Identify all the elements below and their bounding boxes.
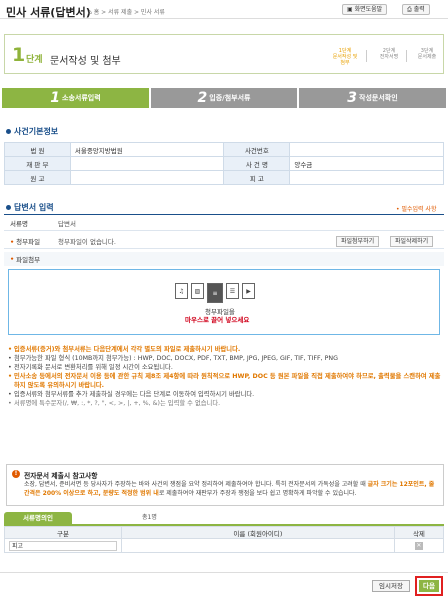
note-item: 민사소송 등에서의 전자문서 이용 등에 관한 규칙 제8조 제4항에 따라 원… <box>8 372 444 390</box>
attach-label: • 청부파일 <box>10 237 41 246</box>
help-icon: ▣ <box>347 6 353 13</box>
party-count: 총1명 <box>142 514 157 521</box>
drop-zone-hint: 마우스로 끌어 넣으세요 <box>185 316 250 324</box>
required-marker: • <box>10 255 15 263</box>
screen-help-button[interactable]: ▣ 화면도움말 <box>342 4 388 15</box>
tab-document-input[interactable]: 1 소송서류입력 <box>2 88 149 108</box>
note-item: 입증서류와 첨부서류를 추가 제출하실 경우에는 다음 단계로 이동하여 입력하… <box>8 390 444 399</box>
header-divider <box>0 18 448 19</box>
table-row: 피고 ✕ <box>4 538 445 553</box>
caution-body: 소장, 답변서, 준비서면 등 당사자가 주장하는 바와 사건의 쟁점을 요약 … <box>24 481 435 497</box>
step-subtitle: 문서작성 및 첨부 <box>50 56 121 67</box>
case-info-table: 법 원 서울중앙지방법원 사건번호 재 판 부 사 건 명 양수금 원 고 피 … <box>4 142 444 185</box>
mini-step-1: 1단계 문서작성 및 첨부 <box>332 48 358 66</box>
note-item: 서류명에 특수문자(/, ₩, :, *, ?, ", <, >, |, +, … <box>8 399 444 408</box>
case-name-label: 사 건 명 <box>223 156 291 171</box>
case-no-label: 사건번호 <box>223 142 291 157</box>
document-file-icon: ≡ <box>207 283 223 303</box>
next-button[interactable]: 다음 <box>415 576 443 596</box>
doc-name-label: 서류명 <box>10 219 28 228</box>
section-bullet-icon <box>6 129 11 134</box>
music-file-icon: ♫ <box>175 283 188 299</box>
section-bullet-icon <box>6 205 11 210</box>
footer-divider <box>0 572 448 573</box>
kind-input[interactable]: 피고 <box>9 540 117 551</box>
video-file-icon: ▶ <box>242 283 255 299</box>
caution-title: 전자문서 제출시 참고사항 <box>24 472 98 480</box>
required-note: • 필수입력 사항 <box>396 206 437 213</box>
tab-document-party[interactable]: 서류명의인 <box>4 512 72 524</box>
required-marker: • <box>10 237 15 246</box>
print-icon: ⎙ <box>407 6 412 13</box>
image-file-icon: ▨ <box>191 283 204 299</box>
plaintiff-value <box>69 170 225 185</box>
mini-step-3: 3단계 문서제출 <box>417 48 437 60</box>
step-number: 1 <box>12 44 26 66</box>
mini-step-separator <box>406 50 407 62</box>
judge-value <box>69 156 225 171</box>
defendant-label: 피 고 <box>223 170 291 185</box>
step-label: 단계 <box>26 55 43 65</box>
warning-icon: ! <box>12 470 20 478</box>
text-file-icon: ☰ <box>226 283 239 299</box>
party-name-cell <box>121 538 395 553</box>
case-name-value: 양수금 <box>289 156 444 171</box>
attach-file-button[interactable]: 파일첨부하기 <box>336 236 380 247</box>
breadcrumb: ⌂ 홈 > 서류 제출 > 민사 서류 <box>88 9 165 16</box>
file-type-icons: ♫ ▨ ≡ ☰ ▶ <box>175 283 255 303</box>
court-label: 법 원 <box>4 142 71 157</box>
print-button[interactable]: ⎙ 출력 <box>402 4 430 15</box>
delete-file-button[interactable]: 파일삭제하기 <box>390 236 434 247</box>
temp-save-button[interactable]: 임시저장 <box>372 580 410 592</box>
court-value: 서울중앙지방법원 <box>69 142 225 157</box>
tab-document-review[interactable]: 3 작성문서확인 <box>299 88 446 108</box>
mini-step-2: 2단계 전자서명 <box>379 48 399 60</box>
home-icon: ⌂ <box>88 9 92 16</box>
file-attach-header: • 파일첨부 <box>4 252 444 266</box>
party-table: 구분 이름 (회원아이디) 삭제 피고 ✕ <box>4 526 445 553</box>
doc-name-row: 서류명 답변서 <box>4 215 444 231</box>
case-info-title: 사건기본정보 <box>6 126 58 137</box>
col-name-header: 이름 (회원아이디) <box>121 526 395 539</box>
case-no-value <box>289 142 444 157</box>
delete-icon[interactable]: ✕ <box>414 541 423 550</box>
tab-evidence-attachments[interactable]: 2 입증/첨부서류 <box>151 88 297 108</box>
answer-input-title: 답변서 입력 <box>6 202 54 213</box>
col-delete-header: 삭제 <box>393 526 445 539</box>
judge-label: 재 판 부 <box>4 156 71 171</box>
attach-value: 청부파일이 없습니다. <box>58 237 116 246</box>
doc-name-value: 답변서 <box>58 219 76 228</box>
note-item: 첨부가능한 파일 형식 (10MB까지 첨부가능) : HWP, DOC, DO… <box>8 354 444 363</box>
plaintiff-label: 원 고 <box>4 170 71 185</box>
mini-step-separator <box>366 50 367 62</box>
note-item: 입증서류(증거)와 첨부서류는 다음단계에서 각각 별도의 파일로 제출하시기 … <box>8 345 444 354</box>
note-item: 전자기록화 문서로 변환처리를 위해 일정 시간이 소요됩니다. <box>8 363 444 372</box>
notes-list: 입증서류(증거)와 첨부서류는 다음단계에서 각각 별도의 파일로 제출하시기 … <box>8 345 444 408</box>
defendant-value <box>289 170 444 185</box>
col-kind-header: 구분 <box>4 526 122 539</box>
